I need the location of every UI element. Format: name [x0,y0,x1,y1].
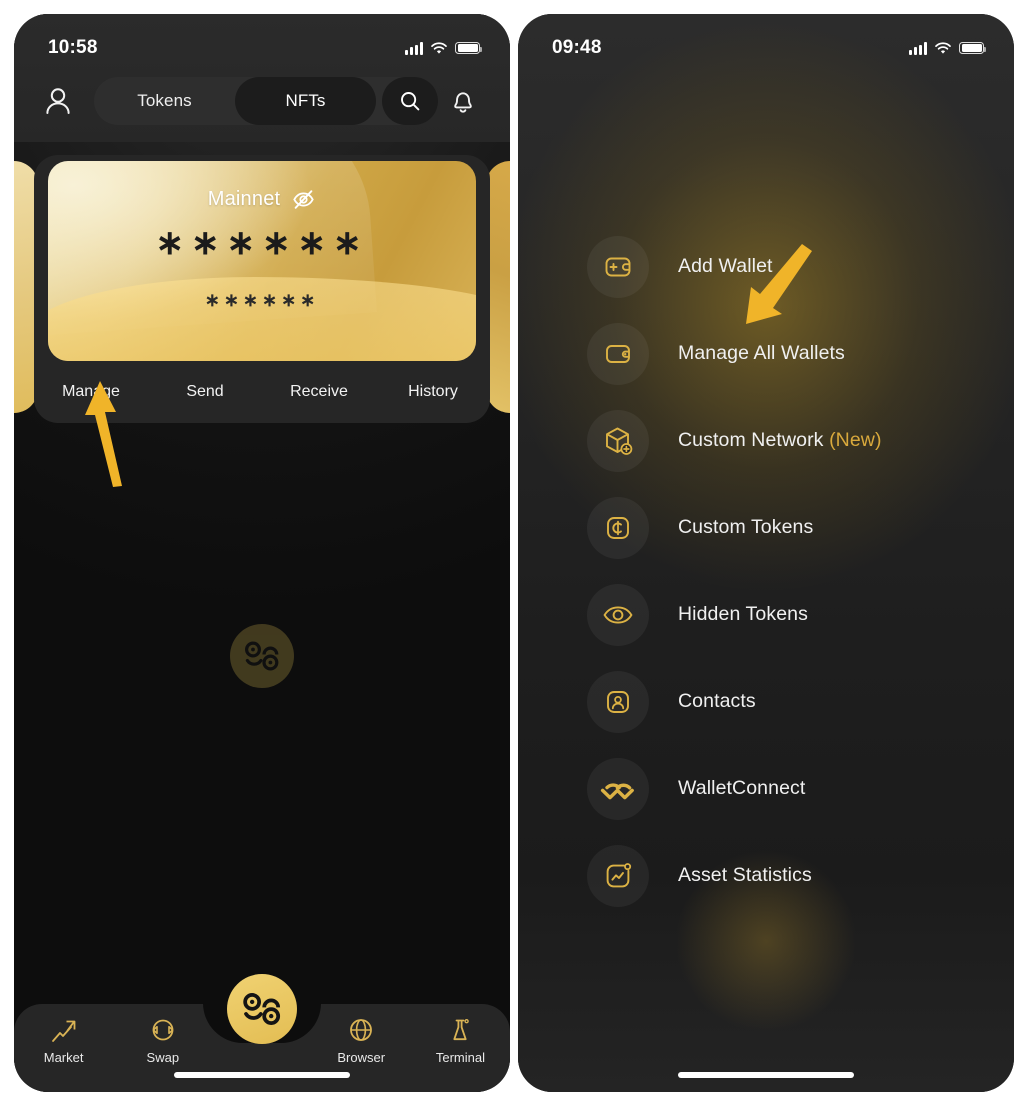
custom-network-new-badge: (New) [829,429,882,451]
search-button[interactable] [382,77,438,125]
app-logo-watermark-icon [230,624,294,688]
wallet-icon [587,322,649,385]
menu-item-add-wallet-label: Add Wallet [678,255,773,277]
status-time: 10:58 [48,37,98,58]
contact-card-icon [587,670,649,733]
wallet-balance-masked: ∗∗∗∗∗∗ [155,224,369,262]
terminal-flask-icon [453,1018,470,1041]
eye-icon [587,583,649,646]
coin-square-icon [587,496,649,559]
menu-item-hidden-tokens-label: Hidden Tokens [678,603,808,625]
left-phone-screen: 10:58 Tokens NFTs Mainnet ∗∗∗∗∗∗ ∗∗∗∗∗∗ … [14,14,510,1092]
person-icon[interactable] [36,87,80,115]
pin-chart-icon [51,1020,75,1042]
status-indicators [405,41,483,55]
cellular-bars-icon [405,41,423,55]
tokens-nfts-segmented-control[interactable]: Tokens NFTs [94,77,438,125]
menu-item-custom-tokens-label: Custom Tokens [678,516,814,538]
wifi-icon [431,41,447,54]
menu-item-custom-network-label: Custom Network (New) [678,429,882,452]
wallet-card[interactable]: Mainnet ∗∗∗∗∗∗ ∗∗∗∗∗∗ Manage Send Receiv… [34,155,490,423]
menu-item-custom-network[interactable]: Custom Network (New) [518,397,1014,484]
network-row[interactable]: Mainnet [208,187,317,212]
menu-item-asset-statistics[interactable]: Asset Statistics [518,832,1014,919]
status-bar-right: 09:48 [518,14,1014,70]
swap-arrows-icon [152,1019,174,1041]
cellular-bars-icon [909,41,927,55]
walletconnect-icon [587,757,649,820]
status-bar: 10:58 [14,14,510,70]
tab-browser-label: Browser [337,1050,386,1065]
wallet-card-carousel[interactable]: Mainnet ∗∗∗∗∗∗ ∗∗∗∗∗∗ Manage Send Receiv… [14,155,510,423]
wifi-icon [935,41,951,54]
tab-market[interactable]: Market [14,1016,113,1065]
chart-square-icon [587,844,649,907]
menu-item-contacts[interactable]: Contacts [518,658,1014,745]
globe-icon [350,1019,373,1041]
wallet-balance-sub-masked: ∗∗∗∗∗∗ [204,290,320,310]
menu-item-manage-all-wallets-label: Manage All Wallets [678,342,845,364]
left-header: Tokens NFTs [14,70,510,132]
home-indicator-right [678,1072,854,1078]
menu-item-manage-all-wallets[interactable]: Manage All Wallets [518,310,1014,397]
menu-item-hidden-tokens[interactable]: Hidden Tokens [518,571,1014,658]
wallet-add-icon [587,235,649,298]
menu-item-custom-network-text: Custom Network [678,429,824,451]
wallet-settings-menu: Add Wallet Manage All Wallets Custom Net… [518,223,1014,919]
battery-full-icon [959,41,987,55]
menu-item-asset-statistics-label: Asset Statistics [678,864,812,886]
menu-item-custom-tokens[interactable]: Custom Tokens [518,484,1014,571]
tab-nfts[interactable]: NFTs [235,77,376,125]
status-indicators-right [909,41,987,55]
tab-browser[interactable]: Browser [312,1016,411,1065]
menu-item-add-wallet[interactable]: Add Wallet [518,223,1014,310]
tab-swap-label: Swap [146,1050,180,1065]
tab-market-label: Market [43,1050,84,1065]
tab-nfts-label: NFTs [285,91,326,110]
notifications-button[interactable] [438,87,488,115]
tab-tokens-label: Tokens [137,91,192,110]
menu-item-walletconnect-label: WalletConnect [678,777,806,799]
status-time-right: 09:48 [552,37,602,58]
app-logo-icon [243,993,281,1025]
bell-icon [454,92,472,113]
eye-off-icon[interactable] [291,187,316,212]
tab-tokens[interactable]: Tokens [94,77,235,125]
tab-swap[interactable]: Swap [113,1016,212,1065]
battery-full-icon [455,41,483,55]
menu-item-contacts-label: Contacts [678,690,756,712]
screenshot-stage: 10:58 Tokens NFTs Mainnet ∗∗∗∗∗∗ ∗∗∗∗∗∗ … [0,0,1024,1106]
tab-terminal[interactable]: Terminal [411,1016,510,1065]
bottom-tabbar-zone: Market Swap Browser Terminal [14,974,510,1092]
network-name: Mainnet [207,188,281,210]
menu-item-walletconnect[interactable]: WalletConnect [518,745,1014,832]
tab-terminal-label: Terminal [435,1050,485,1065]
right-phone-screen: 09:48 Add Wallet Manage All Wallets Cust… [518,14,1014,1092]
home-indicator [174,1072,350,1078]
wallet-card-content: Mainnet ∗∗∗∗∗∗ ∗∗∗∗∗∗ [34,155,490,423]
cube-add-icon [587,409,649,472]
search-icon [401,92,420,111]
center-app-logo-button[interactable] [227,974,297,1044]
